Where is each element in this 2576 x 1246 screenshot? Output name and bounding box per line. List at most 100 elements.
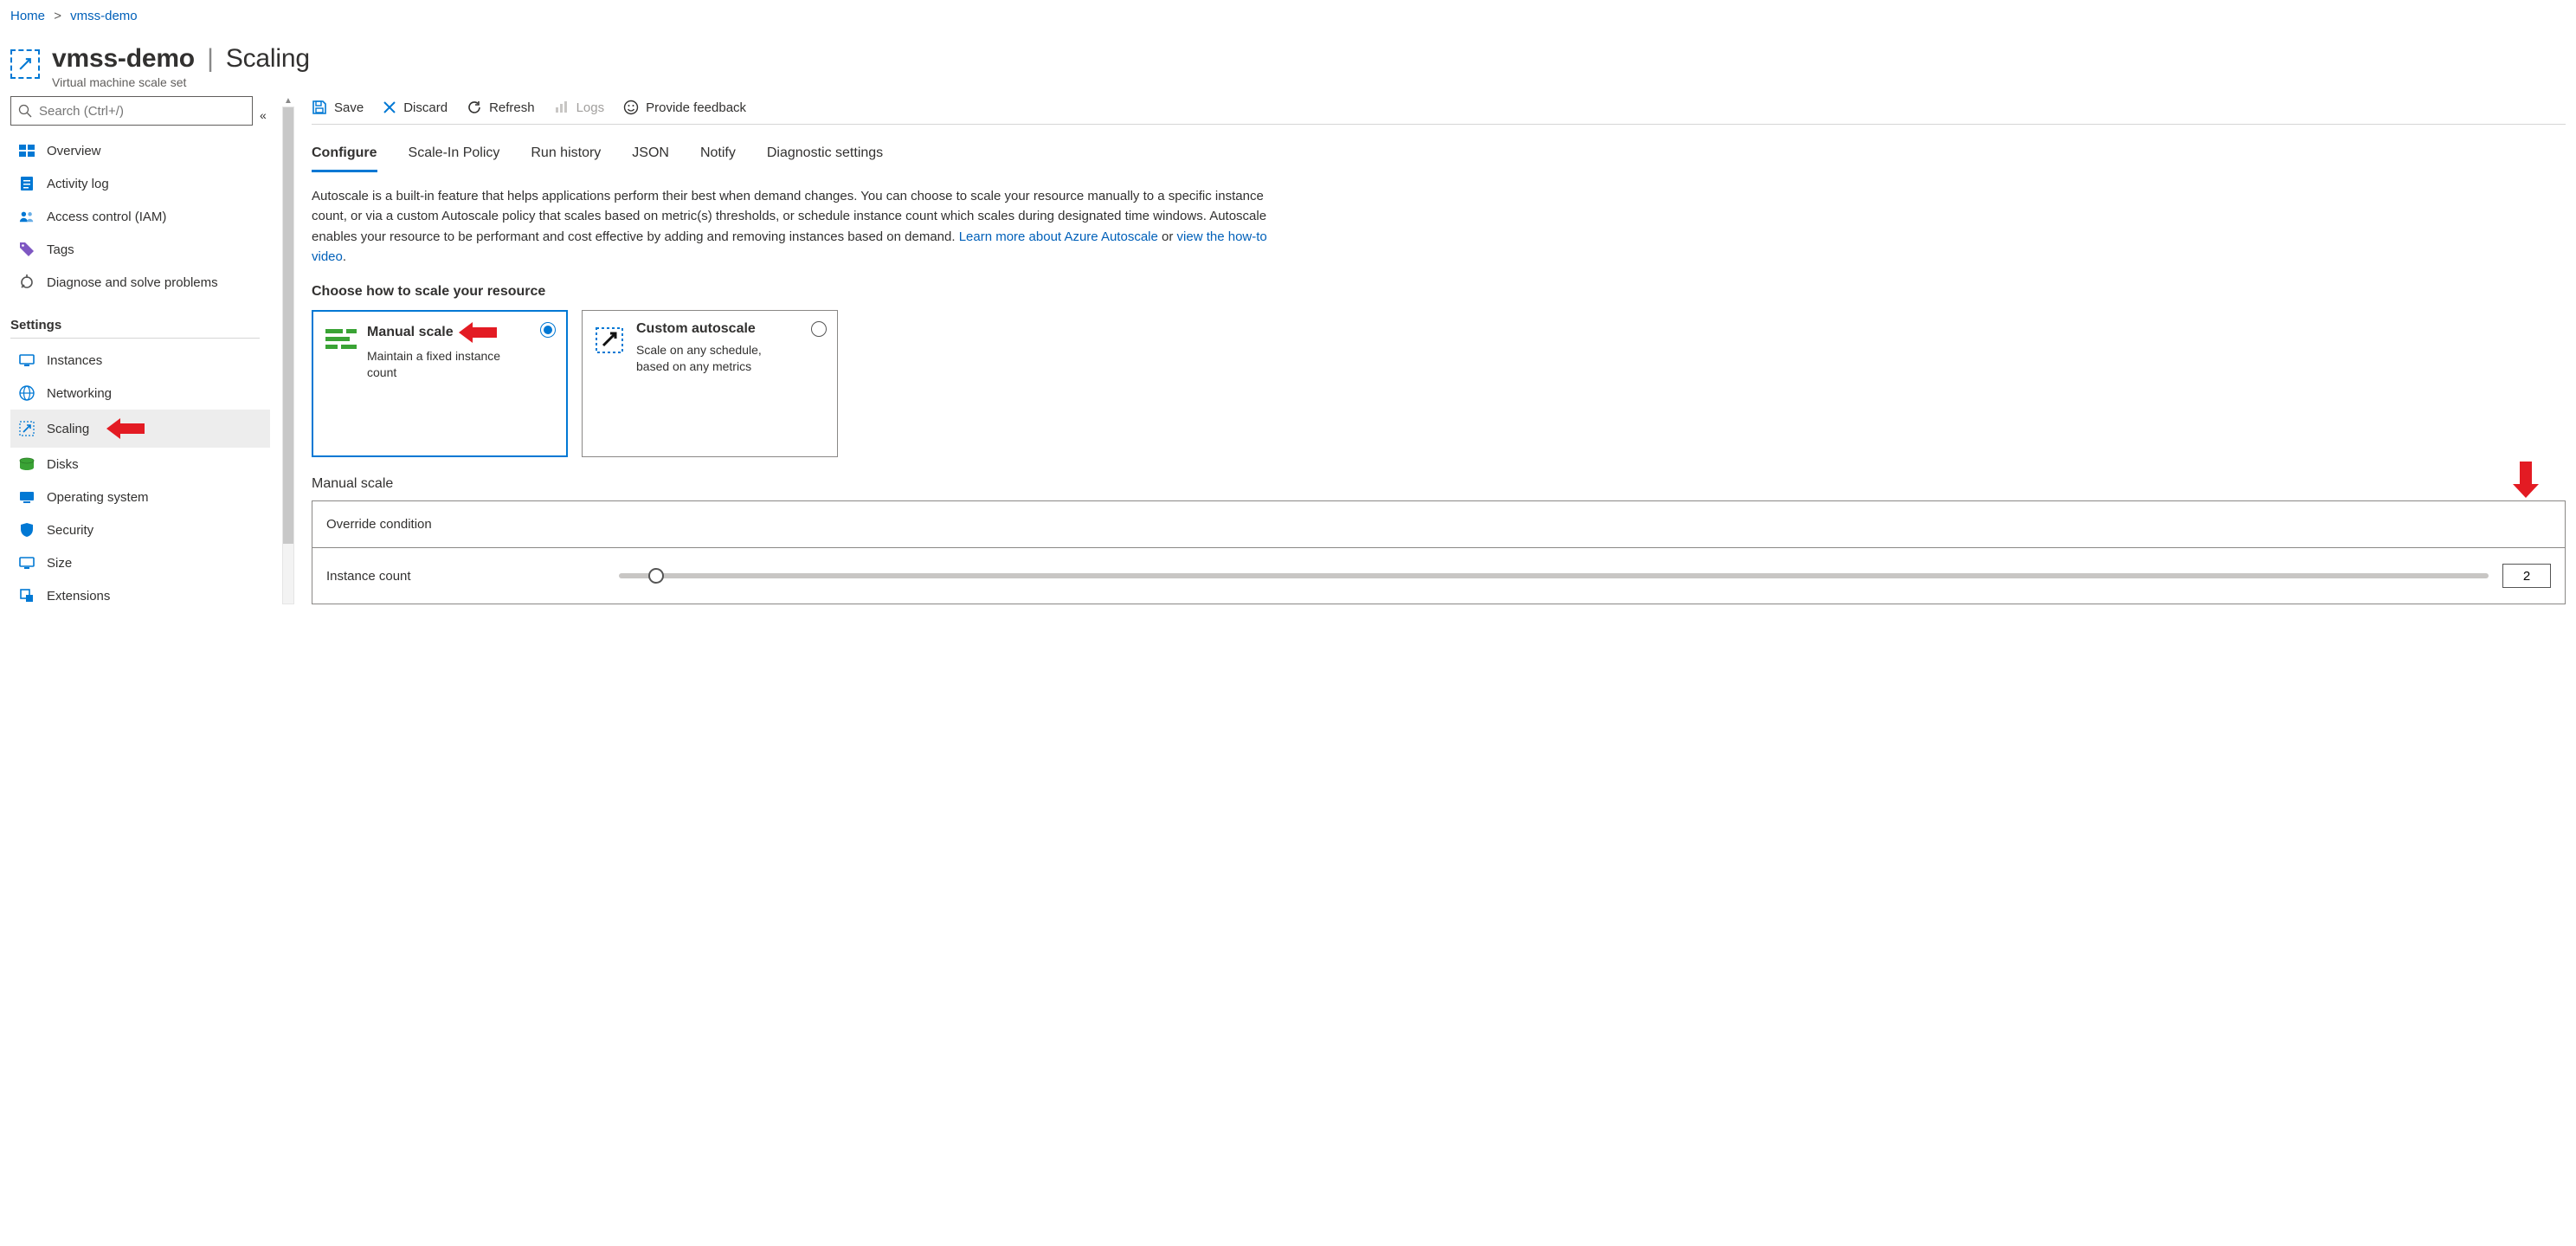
choose-scale-heading: Choose how to scale your resource [312, 275, 2566, 310]
link-learn-autoscale[interactable]: Learn more about Azure Autoscale [959, 229, 1158, 244]
instance-count-input[interactable] [2502, 564, 2551, 588]
left-column: « Overview Activity log Access control (… [10, 96, 280, 612]
intro-or: or [1162, 229, 1177, 244]
logs-label: Logs [576, 100, 605, 115]
header-resource-name: vmss-demo [52, 44, 195, 73]
annotation-arrow-scaling [106, 418, 145, 439]
breadcrumb-resource[interactable]: vmss-demo [70, 9, 138, 23]
nav-label: Size [47, 556, 72, 571]
nav-label: Access control (IAM) [47, 210, 166, 224]
nav-label: Networking [47, 386, 112, 401]
nav-activity-log[interactable]: Activity log [10, 167, 270, 200]
tab-diagnostic-settings[interactable]: Diagnostic settings [767, 140, 883, 172]
instance-count-slider[interactable] [619, 573, 2489, 578]
tab-configure[interactable]: Configure [312, 140, 377, 172]
nav-diagnose[interactable]: Diagnose and solve problems [10, 266, 270, 299]
refresh-label: Refresh [489, 100, 535, 115]
command-bar: Save Discard Refresh Logs Provide feedba… [312, 96, 2566, 122]
custom-autoscale-icon [595, 326, 626, 352]
nav-size[interactable]: Size [10, 546, 270, 579]
tab-notify[interactable]: Notify [700, 140, 736, 172]
nav-operating-system[interactable]: Operating system [10, 481, 270, 513]
feedback-label: Provide feedback [646, 100, 746, 115]
nav-disks[interactable]: Disks [10, 448, 270, 481]
nav-label: Activity log [47, 177, 109, 191]
instances-icon [19, 352, 35, 368]
search-icon [18, 104, 32, 118]
scale-mode-cards: Manual scale Maintain a fixed instance c… [312, 310, 2566, 457]
nav-label: Tags [47, 242, 74, 257]
nav-tags[interactable]: Tags [10, 233, 270, 266]
nav-extensions[interactable]: Extensions [10, 579, 270, 612]
search-input[interactable] [11, 97, 252, 125]
activity-log-icon [19, 176, 35, 191]
radio-manual-scale[interactable] [540, 322, 556, 338]
slider-thumb[interactable] [648, 568, 664, 584]
main-content: ▲ Save Discard Refresh [280, 96, 2566, 604]
networking-icon [19, 385, 35, 401]
header-resource-type: Virtual machine scale set [52, 75, 310, 89]
nav-security[interactable]: Security [10, 513, 270, 546]
annotation-arrow-manual [459, 322, 497, 343]
manual-scale-panel: Override condition Instance count [312, 500, 2566, 604]
nav-scaling[interactable]: Scaling [10, 410, 270, 448]
nav-label: Security [47, 523, 93, 538]
override-condition-row: Override condition [312, 501, 2565, 547]
instance-count-label: Instance count [326, 569, 619, 584]
feedback-button[interactable]: Provide feedback [623, 100, 746, 115]
nav-label: Overview [47, 144, 101, 158]
access-control-icon [19, 209, 35, 224]
nav-label: Instances [47, 353, 102, 368]
card-custom-autoscale[interactable]: Custom autoscale Scale on any schedule, … [582, 310, 838, 457]
card-manual-title: Manual scale [367, 325, 454, 340]
feedback-icon [623, 100, 639, 115]
page-title: vmss-demo | Scaling [52, 44, 310, 74]
security-icon [19, 522, 35, 538]
nav-label: Disks [47, 457, 79, 472]
card-manual-scale[interactable]: Manual scale Maintain a fixed instance c… [312, 310, 568, 457]
tab-run-history[interactable]: Run history [531, 140, 601, 172]
instance-count-row: Instance count [312, 547, 2565, 604]
extensions-icon [19, 588, 35, 604]
save-icon [312, 100, 327, 115]
discard-icon [383, 100, 396, 114]
disks-icon [19, 456, 35, 472]
overview-icon [19, 143, 35, 158]
intro-text: Autoscale is a built-in feature that hel… [312, 172, 1290, 275]
refresh-button[interactable]: Refresh [467, 100, 535, 115]
nav-overview[interactable]: Overview [10, 134, 270, 167]
tab-scale-in-policy[interactable]: Scale-In Policy [409, 140, 500, 172]
logs-icon [554, 100, 570, 114]
breadcrumb-separator: > [54, 9, 61, 23]
logs-button: Logs [554, 100, 605, 115]
header-page-name: Scaling [226, 44, 310, 73]
nav-scrollbar[interactable]: ▲ [280, 96, 296, 604]
discard-button[interactable]: Discard [383, 100, 448, 115]
nav-group-settings: Settings [10, 302, 260, 339]
card-manual-desc: Maintain a fixed instance count [367, 348, 506, 381]
manual-scale-icon [325, 327, 357, 353]
intro-period: . [343, 249, 346, 264]
manual-scale-heading: Manual scale [312, 476, 2566, 492]
save-button[interactable]: Save [312, 100, 364, 115]
nav-label: Extensions [47, 589, 110, 604]
breadcrumb-home[interactable]: Home [10, 9, 45, 23]
resource-type-icon [10, 49, 40, 79]
nav-instances[interactable]: Instances [10, 344, 270, 377]
card-custom-desc: Scale on any schedule, based on any metr… [636, 342, 775, 375]
save-label: Save [334, 100, 364, 115]
annotation-arrow-instance-count [2513, 462, 2539, 498]
nav-label: Scaling [47, 422, 89, 436]
card-custom-title: Custom autoscale [636, 321, 775, 337]
discard-label: Discard [403, 100, 448, 115]
tab-bar: Configure Scale-In Policy Run history JS… [312, 125, 2566, 172]
nav-networking[interactable]: Networking [10, 377, 270, 410]
collapse-menu-button[interactable]: « [260, 108, 267, 122]
breadcrumb: Home > vmss-demo [10, 7, 2566, 32]
nav-label: Operating system [47, 490, 149, 505]
radio-custom-autoscale[interactable] [811, 321, 827, 337]
diagnose-icon [19, 274, 35, 290]
nav-access-control[interactable]: Access control (IAM) [10, 200, 270, 233]
resource-menu-search[interactable] [10, 96, 253, 126]
tab-json[interactable]: JSON [632, 140, 669, 172]
